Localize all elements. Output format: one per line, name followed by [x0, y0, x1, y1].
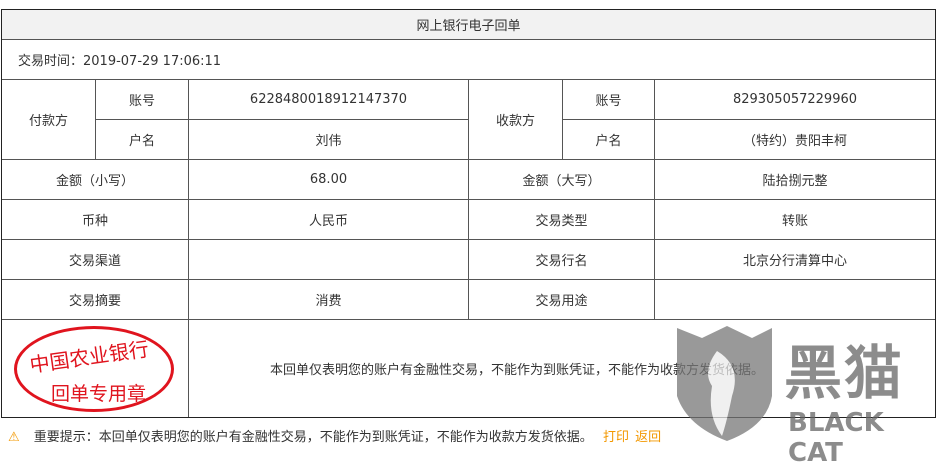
stamp-line2: 回单专用章 — [51, 383, 147, 405]
payer-name-label: 户名 — [95, 119, 189, 160]
row-value: 陆拾捌元整 — [654, 159, 936, 200]
disclaimer: 本回单仅表明您的账户有金融性交易，不能作为到账凭证，不能作为收款方发货依据。 — [188, 319, 936, 418]
back-link[interactable]: 返回 — [635, 430, 661, 445]
payer-account-label: 账号 — [95, 79, 189, 120]
row-key: 金额（大写） — [468, 159, 655, 200]
row-value — [654, 279, 936, 320]
receipt-title: 网上银行电子回单 — [1, 9, 936, 40]
notice-bar: ⚠ 重要提示：本回单仅表明您的账户有金融性交易，不能作为到账凭证，不能作为收款方… — [8, 426, 661, 445]
print-link[interactable]: 打印 — [603, 430, 629, 445]
row-value: 转账 — [654, 199, 936, 240]
payee-name: （特约）贵阳丰柯 — [654, 119, 936, 160]
row-value: 68.00 — [188, 159, 469, 200]
row-key: 币种 — [1, 199, 189, 240]
row-value: 消费 — [188, 279, 469, 320]
notice-text: 重要提示：本回单仅表明您的账户有金融性交易，不能作为到账凭证，不能作为收款方发货… — [33, 430, 593, 445]
row-key: 金额（小写） — [1, 159, 189, 200]
payee-account: 829305057229960 — [654, 79, 936, 120]
stamp-line1: 中国农业银行 — [28, 336, 151, 378]
row-key: 交易渠道 — [1, 239, 189, 280]
row-key: 交易类型 — [468, 199, 655, 240]
row-value: 北京分行清算中心 — [654, 239, 936, 280]
warning-icon: ⚠ — [8, 430, 20, 445]
payer-name: 刘伟 — [188, 119, 469, 160]
payer-label: 付款方 — [1, 79, 96, 160]
payee-name-label: 户名 — [562, 119, 655, 160]
payer-account: 6228480018912147370 — [188, 79, 469, 120]
payee-account-label: 账号 — [562, 79, 655, 120]
row-value — [188, 239, 469, 280]
row-key: 交易用途 — [468, 279, 655, 320]
transaction-time: 交易时间：2019-07-29 17:06:11 — [1, 39, 936, 80]
payee-label: 收款方 — [468, 79, 563, 160]
bank-seal-stamp: 中国农业银行 回单专用章 — [14, 326, 174, 412]
row-value: 人民币 — [188, 199, 469, 240]
row-key: 交易行名 — [468, 239, 655, 280]
row-key: 交易摘要 — [1, 279, 189, 320]
